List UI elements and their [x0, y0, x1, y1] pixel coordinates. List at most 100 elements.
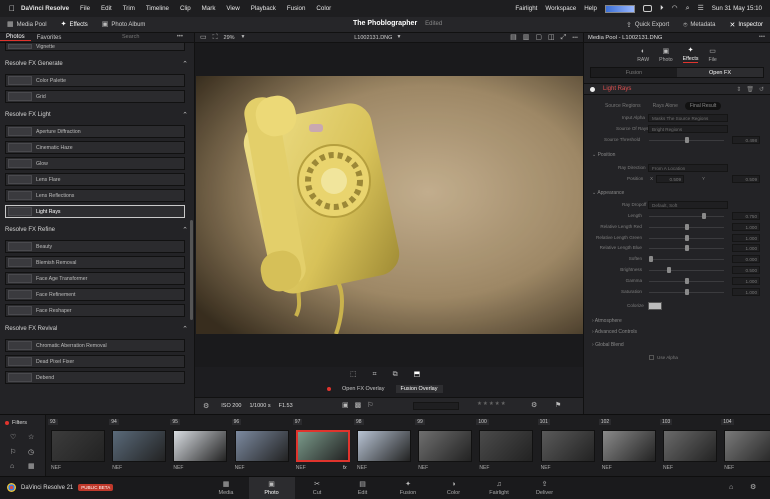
flag-menu-icon[interactable]: ⚑ [555, 402, 561, 409]
fx-overlay-icon[interactable]: ⬒ [414, 371, 421, 378]
heart-icon[interactable]: ♡ [10, 434, 16, 441]
crop-tool-icon[interactable]: ⌗ [373, 371, 377, 378]
grid-small-icon[interactable]: ▦ [28, 463, 35, 470]
param-slider-knob[interactable] [684, 223, 689, 230]
param-slider-knob[interactable] [684, 288, 689, 295]
ray-direction-dropdown[interactable]: From A Location [648, 164, 728, 172]
param-slider[interactable] [649, 270, 724, 271]
mode-rays-alone[interactable]: Rays Alone [648, 102, 683, 110]
display-icon[interactable]: ▢ [535, 34, 542, 41]
search-icon[interactable]: ⌕ [686, 5, 690, 12]
page-tab-photo[interactable]: ▣ Photo [248, 477, 295, 499]
position-x-value[interactable]: 0.509 [656, 175, 684, 183]
chevron-down-icon[interactable]: ▼ [396, 35, 401, 40]
tab-photos[interactable]: Photos [0, 34, 31, 41]
tab-favorites[interactable]: Favorites [31, 35, 68, 41]
thumbnail-item[interactable]: 96 NEF [230, 415, 291, 477]
tab-effects[interactable]: ✦ Effects [682, 47, 699, 63]
param-value[interactable]: 1.000 [732, 287, 760, 296]
ray-dropoff-dropdown[interactable]: Default, Soft [648, 201, 728, 209]
param-slider-knob[interactable] [666, 267, 671, 273]
more-options-icon[interactable]: ••• [171, 34, 189, 40]
effect-item-chromatic-aberration[interactable]: Chromatic Aberration Removal [5, 339, 185, 352]
thumbnail-item[interactable]: 97 NEF fx [291, 415, 352, 477]
star-icon[interactable]: ☆ [28, 434, 34, 441]
param-slider[interactable] [649, 259, 724, 261]
menu-file[interactable]: File [80, 5, 90, 12]
effect-item-debend[interactable]: Debend [5, 371, 185, 384]
wifi-icon[interactable]: ◠ [671, 5, 677, 12]
source-threshold-value[interactable]: 0.498 [732, 136, 760, 144]
image-adjust-icon[interactable]: ▩ [355, 402, 362, 409]
thumbnail-item[interactable]: 98 NEF [352, 415, 413, 477]
effect-item-grid[interactable]: Grid [5, 90, 185, 103]
thumbnail-item[interactable]: 104 NEF [719, 415, 770, 477]
page-tab-fusion[interactable]: ✦ Fusion [385, 477, 431, 499]
section-header-generate[interactable]: Resolve FX Generate ⌃ [0, 57, 194, 71]
menubar-datetime[interactable]: Sun 31 May 15:10 [712, 5, 762, 12]
section-header-revival[interactable]: Resolve FX Revival ⌃ [0, 322, 194, 336]
subtab-open-fx[interactable]: Open FX [677, 68, 763, 77]
settings-icon[interactable]: ⚙ [750, 484, 756, 491]
control-center-icon[interactable]: ☰ [697, 5, 703, 12]
menu-help[interactable]: Help [584, 5, 597, 12]
effect-item-lens-reflections[interactable]: Lens Reflections [5, 189, 185, 202]
more-options-icon[interactable]: ••• [572, 35, 578, 41]
menu-trim[interactable]: Trim [123, 5, 135, 12]
mode-final-result[interactable]: Final Result [684, 102, 722, 110]
effect-item-dead-pixel-fixer[interactable]: Dead Pixel Fixer [5, 355, 185, 368]
zoom-level[interactable]: 29% [224, 35, 235, 41]
param-value[interactable]: 1.000 [732, 244, 760, 253]
mode-source-regions[interactable]: Source Regions [600, 102, 646, 110]
effects-search-input[interactable]: Search [116, 34, 145, 40]
chevron-down-icon[interactable]: ▼ [241, 35, 246, 40]
section-header-refine[interactable]: Resolve FX Refine ⌃ [0, 223, 194, 237]
menu-workspace[interactable]: Workspace [545, 5, 576, 12]
page-tab-fairlight[interactable]: ♫ Fairlight [476, 477, 522, 499]
thumbnail-item[interactable]: 101 NEF [536, 415, 597, 477]
thumbnail-item[interactable]: 93 NEF [46, 415, 107, 477]
effect-item-color-palette[interactable]: Color Palette [5, 74, 185, 87]
thumbnail-item[interactable]: 95 NEF [168, 415, 229, 477]
effect-header[interactable]: Light Rays ⇕ 🗑 ↺ [584, 83, 770, 95]
input-alpha-dropdown[interactable]: Masks The Source Regions [648, 114, 728, 122]
menu-timeline[interactable]: Timeline [146, 5, 169, 12]
effect-item-aperture-diffraction[interactable]: Aperture Diffraction [5, 125, 185, 138]
tab-file[interactable]: ▭ File [708, 48, 716, 63]
effect-item-beauty[interactable]: Beauty [5, 240, 185, 253]
color-tag-dropdown[interactable] [413, 402, 459, 410]
section-header-light[interactable]: Resolve FX Light ⌃ [0, 108, 194, 122]
compare-view-icon[interactable]: ▣ [342, 402, 349, 409]
page-tab-cut[interactable]: ✂ Cut [294, 477, 340, 499]
page-tab-deliver[interactable]: ⇪ Deliver [522, 477, 568, 499]
param-slider-knob[interactable] [684, 234, 689, 241]
param-value[interactable]: 0.000 [732, 255, 760, 264]
tag-icon[interactable]: ⌂ [10, 463, 14, 470]
page-tab-color[interactable]: ◑ Color [431, 477, 477, 499]
param-value[interactable]: 0.500 [732, 266, 760, 274]
group-advanced-controls[interactable]: › Advanced Controls [592, 329, 637, 335]
crop-icon[interactable]: ⛶ [213, 34, 218, 41]
photo-album-button[interactable]: ▣ Photo Album [95, 17, 153, 33]
effect-enable-toggle[interactable] [590, 86, 595, 92]
param-slider-knob[interactable] [684, 277, 689, 284]
tab-open-fx-overlay[interactable]: Open FX Overlay [337, 385, 390, 393]
menu-fairlight[interactable]: Fairlight [515, 5, 537, 12]
page-tab-edit[interactable]: ▤ Edit [340, 477, 386, 499]
effect-item-face-refinement[interactable]: Face Refinement [5, 288, 185, 301]
transform-icon[interactable]: ⬚ [350, 371, 357, 378]
menu-playback[interactable]: Playback [251, 5, 276, 12]
effect-item-face-reshaper[interactable]: Face Reshaper [5, 304, 185, 317]
menu-fusion[interactable]: Fusion [287, 5, 306, 12]
group-global-blend[interactable]: › Global Blend [592, 342, 624, 348]
effects-button[interactable]: ✦ Effects [54, 17, 95, 33]
thumbnail-item[interactable]: 100 NEF [474, 415, 535, 477]
gear-icon[interactable]: ⚙ [531, 402, 537, 409]
page-tab-media[interactable]: ▦ Media [203, 477, 249, 499]
audio-meter-icon[interactable] [604, 4, 635, 13]
quick-export-button[interactable]: ⇪ Quick Export [619, 17, 676, 33]
group-position[interactable]: ⌄ Position [592, 152, 615, 158]
tab-raw[interactable]: ◐ RAW [637, 48, 649, 63]
colorize-swatch[interactable] [648, 302, 662, 310]
settings-sliders-icon[interactable]: ⚙ [203, 403, 209, 410]
